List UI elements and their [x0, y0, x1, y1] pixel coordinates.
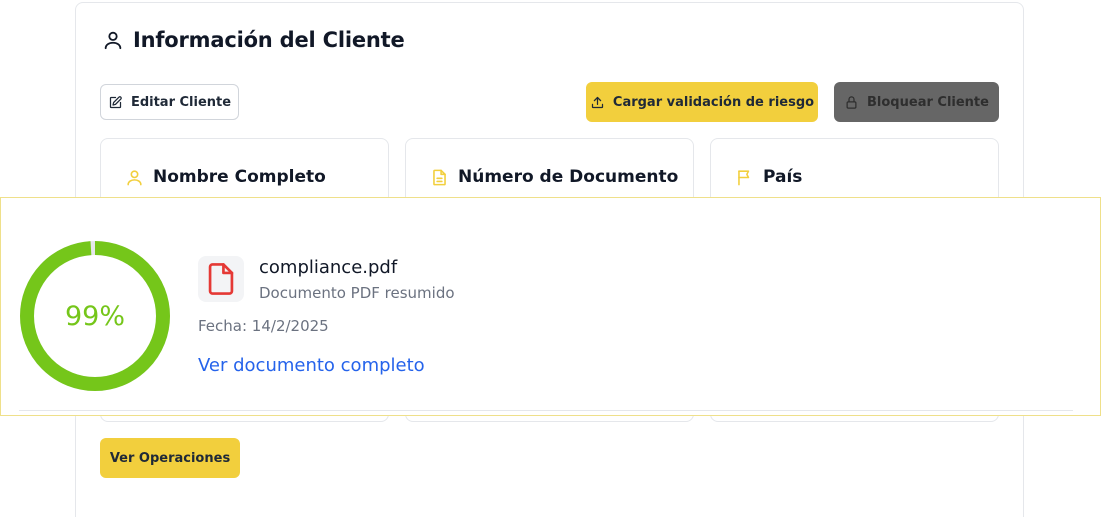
upload-risk-validation-button[interactable]: Cargar validación de riesgo	[586, 82, 818, 122]
card-document-number-label: Número de Documento	[458, 167, 679, 187]
upload-icon	[591, 96, 604, 108]
upload-risk-validation-label: Cargar validación de riesgo	[612, 94, 815, 110]
view-operations-button[interactable]: Ver Operaciones	[100, 438, 240, 478]
user-icon	[127, 169, 142, 185]
divider	[19, 410, 1073, 411]
pdf-file-icon-box	[198, 256, 244, 302]
block-client-button[interactable]: Bloquear Cliente	[834, 82, 999, 122]
view-operations-label: Ver Operaciones	[109, 450, 231, 466]
block-client-label: Bloquear Cliente	[867, 94, 989, 110]
lock-icon	[846, 95, 857, 109]
score-percentage: 99%	[64, 300, 125, 332]
card-country-header: País	[735, 167, 802, 187]
document-summary-popup: 99% compliance.pdf Documento PDF resumid…	[0, 197, 1101, 416]
user-icon	[104, 31, 122, 50]
edit-client-button[interactable]: Editar Cliente	[100, 84, 239, 120]
card-full-name-header: Nombre Completo	[125, 167, 326, 187]
document-date: Fecha: 14/2/2025	[198, 317, 329, 335]
card-full-name-label: Nombre Completo	[153, 167, 326, 187]
card-country-label: País	[763, 167, 803, 187]
edit-icon	[109, 95, 122, 108]
document-description: Documento PDF resumido	[259, 284, 455, 302]
edit-client-label: Editar Cliente	[130, 94, 232, 110]
card-document-number-header: Número de Documento	[430, 167, 678, 187]
flag-icon	[738, 169, 750, 185]
pdf-file-icon	[208, 263, 234, 295]
view-full-document-link[interactable]: Ver documento completo	[198, 355, 425, 376]
page-title: Información del Cliente	[102, 28, 405, 52]
file-text-icon	[433, 169, 446, 185]
page-title-text: Información del Cliente	[133, 28, 405, 52]
document-file-name: compliance.pdf	[259, 257, 398, 278]
